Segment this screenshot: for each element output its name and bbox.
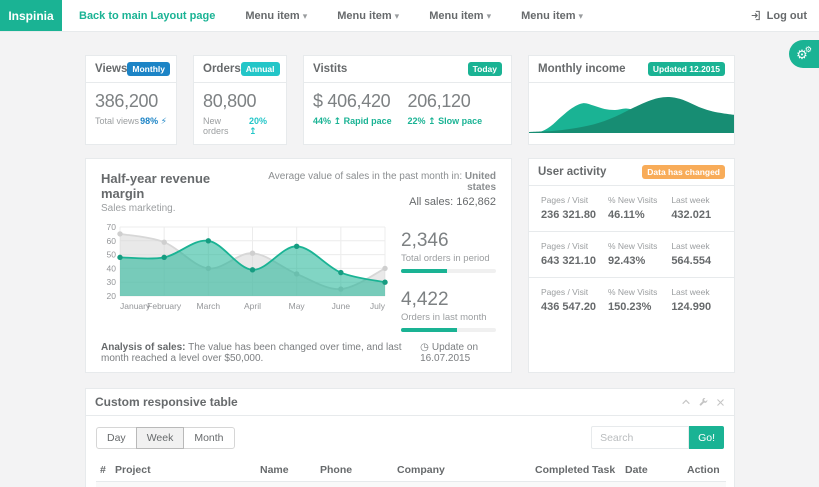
svg-text:March: March	[197, 301, 221, 311]
views-delta: 98%	[140, 116, 158, 126]
sign-out-icon	[751, 10, 762, 21]
level-up-icon: ↥	[334, 116, 342, 126]
collapse-icon[interactable]	[681, 397, 691, 407]
activity-row: Pages / Visit643 321.10 % New Visits92.4…	[529, 232, 734, 278]
back-to-layout-link[interactable]: Back to main Layout page	[79, 10, 215, 22]
annual-badge: Annual	[241, 62, 280, 76]
views-card-title: Views	[95, 63, 127, 75]
visits-card: Vistits Today $ 406,420 44% ↥ Rapid pace…	[303, 55, 512, 145]
orders-card-title: Orders	[203, 63, 241, 75]
svg-text:May: May	[289, 301, 306, 311]
revenue-all-sales: All sales: 162,862	[249, 196, 496, 208]
chevron-down-icon: ▾	[395, 11, 400, 21]
orders-period-value: 2,346	[401, 230, 496, 252]
visits-label-2: Slow pace	[438, 116, 482, 126]
svg-text:50: 50	[107, 250, 117, 260]
table-header-row: # Project Name Phone Company Completed T…	[96, 459, 726, 482]
monthly-badge: Monthly	[127, 62, 170, 76]
orders-month-label: Orders in last month	[401, 312, 496, 323]
orders-delta: 20%	[249, 116, 267, 126]
user-activity-panel: User activity Data has changed Pages / V…	[528, 158, 735, 373]
close-icon[interactable]	[716, 398, 725, 407]
chevron-down-icon: ▾	[303, 11, 308, 21]
clock-icon: ◷	[420, 342, 429, 353]
menu-item-3[interactable]: Menu item▾	[429, 10, 491, 22]
orders-period-label: Total orders in period	[401, 253, 496, 264]
tab-month[interactable]: Month	[183, 427, 234, 449]
svg-text:70: 70	[107, 222, 117, 232]
period-tabs: Day Week Month	[96, 427, 235, 449]
gears-icon-small: ⚙	[805, 46, 812, 54]
user-activity-title: User activity	[538, 166, 606, 178]
visits-value-2: 206,120	[408, 91, 503, 112]
orders-month-progressbar	[401, 328, 496, 332]
tab-day[interactable]: Day	[96, 427, 137, 449]
table-panel-title: Custom responsive table	[95, 395, 238, 409]
revenue-margin-chart: 203040506070JanuaryFebruaryMarchAprilMay…	[101, 222, 389, 320]
orders-card: Orders Annual 80,800 New orders 20% ↥	[193, 55, 287, 145]
data-changed-badge: Data has changed	[642, 165, 725, 179]
svg-text:February: February	[147, 301, 182, 311]
svg-text:July: July	[370, 301, 386, 311]
revenue-meta-text: Average value of sales in the past month…	[268, 171, 465, 182]
svg-text:20: 20	[107, 291, 117, 301]
svg-text:April: April	[244, 301, 261, 311]
activity-row: Pages / Visit236 321.80 % New Visits46.1…	[529, 186, 734, 232]
menu-item-2[interactable]: Menu item▾	[337, 10, 399, 22]
updated-badge: Updated 12.2015	[648, 62, 725, 76]
today-badge: Today	[468, 62, 502, 76]
orders-label: New orders	[203, 116, 249, 136]
chevron-down-icon: ▾	[579, 11, 584, 21]
brand-logo[interactable]: Inspinia	[0, 0, 62, 31]
page-content: Views Monthly 386,200 Total views 98% ⚡ …	[0, 32, 819, 487]
level-up-icon: ↥	[428, 116, 436, 126]
views-value: 386,200	[95, 91, 167, 112]
svg-text:60: 60	[107, 236, 117, 246]
svg-text:40: 40	[107, 263, 117, 273]
bolt-icon: ⚡	[161, 116, 167, 126]
svg-text:June: June	[332, 301, 351, 311]
visits-delta-1: 44%	[313, 116, 331, 126]
logout-button[interactable]: Log out	[751, 10, 807, 22]
monthly-income-card: Monthly income Updated 12.2015	[528, 55, 735, 145]
go-button[interactable]: Go!	[689, 426, 724, 449]
visits-label-1: Rapid pace	[344, 116, 392, 126]
visits-card-title: Vistits	[313, 63, 347, 75]
table-row: 1 Project This is example of project Pat…	[96, 482, 726, 487]
navbar: Inspinia Back to main Layout page Menu i…	[0, 0, 819, 32]
search-input[interactable]	[591, 426, 689, 449]
visits-value-1: $ 406,420	[313, 91, 408, 112]
projects-table: # Project Name Phone Company Completed T…	[96, 459, 726, 487]
revenue-meta-country: United states	[465, 171, 496, 193]
revenue-title: Half-year revenue margin	[101, 171, 249, 201]
menu-item-4[interactable]: Menu item▾	[521, 10, 583, 22]
theme-settings-button[interactable]: ⚙⚙	[789, 40, 819, 68]
visits-delta-2: 22%	[408, 116, 426, 126]
wrench-icon[interactable]	[699, 398, 708, 407]
orders-value: 80,800	[203, 91, 277, 112]
views-label: Total views	[95, 116, 139, 126]
revenue-subtitle: Sales marketing.	[101, 203, 249, 214]
income-card-title: Monthly income	[538, 63, 626, 75]
views-card: Views Monthly 386,200 Total views 98% ⚡	[85, 55, 177, 145]
tab-week[interactable]: Week	[136, 427, 185, 449]
menu-item-1[interactable]: Menu item▾	[245, 10, 307, 22]
analysis-label: Analysis of sales:	[101, 342, 185, 353]
monthly-income-chart	[529, 83, 734, 133]
svg-text:30: 30	[107, 277, 117, 287]
orders-period-progressbar	[401, 269, 496, 273]
orders-month-value: 4,422	[401, 289, 496, 311]
custom-table-panel: Custom responsive table Day Week Month	[85, 388, 735, 487]
level-up-icon: ↥	[249, 126, 257, 136]
revenue-panel: Half-year revenue margin Sales marketing…	[85, 158, 512, 373]
chevron-down-icon: ▾	[487, 11, 492, 21]
activity-row: Pages / Visit436 547.20 % New Visits150.…	[529, 278, 734, 323]
